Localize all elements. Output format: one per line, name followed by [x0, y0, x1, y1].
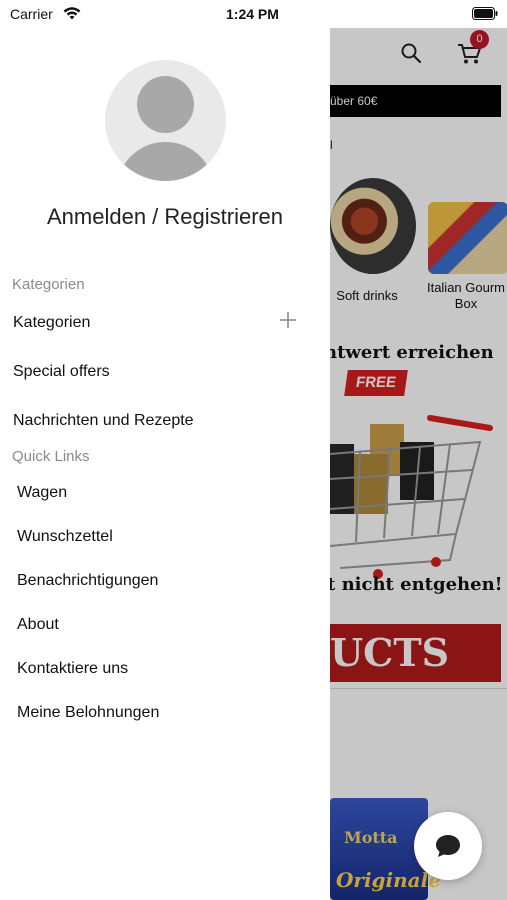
avatar-head — [137, 76, 194, 133]
quick-link-notifications[interactable]: Benachrichtigungen — [17, 567, 317, 595]
quick-link-about[interactable]: About — [17, 611, 317, 639]
avatar-body — [117, 142, 214, 181]
quick-link-cart[interactable]: Wagen — [17, 479, 317, 507]
quick-link-rewards[interactable]: Meine Belohnungen — [17, 699, 317, 727]
side-drawer: Anmelden / Registrieren Kategorien Kateg… — [0, 28, 330, 900]
clock-label: 1:24 PM — [226, 6, 279, 22]
section-label-quick-links: Quick Links — [12, 448, 90, 465]
menu-item-special-offers[interactable]: Special offers — [13, 358, 313, 386]
status-bar: Carrier 1:24 PM — [0, 0, 507, 28]
carrier-label: Carrier — [10, 6, 53, 22]
user-avatar[interactable] — [105, 60, 226, 181]
chat-bubble-icon — [436, 835, 460, 857]
section-label-categories: Kategorien — [12, 276, 85, 293]
battery-icon — [472, 7, 498, 20]
quick-link-wishlist[interactable]: Wunschzettel — [17, 523, 317, 551]
menu-item-news-recipes[interactable]: Nachrichten und Rezepte — [13, 407, 313, 435]
dim-overlay[interactable] — [330, 28, 507, 900]
chat-button[interactable] — [414, 812, 482, 880]
menu-item-categories[interactable]: Kategorien — [13, 309, 313, 337]
background-app-content: 0 über 60€ l Soft drinks Italian Gourm B… — [330, 28, 507, 900]
quick-link-contact[interactable]: Kontaktiere uns — [17, 655, 317, 683]
plus-icon[interactable] — [278, 310, 298, 330]
login-register-link[interactable]: Anmelden / Registrieren — [0, 204, 330, 230]
wifi-icon — [63, 7, 81, 20]
